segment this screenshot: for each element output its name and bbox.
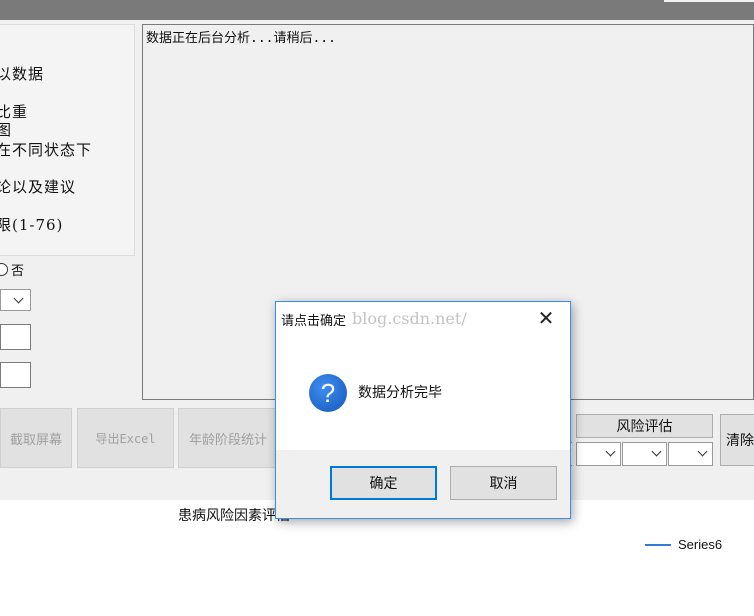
dialog-message: 数据分析完毕 (358, 385, 442, 401)
radio-label: 否 (11, 263, 25, 279)
export-excel-button[interactable]: 导出Excel (77, 408, 174, 468)
chevron-down-icon (651, 446, 662, 457)
screenshot-button[interactable]: 截取屏幕 (0, 408, 72, 468)
option-item[interactable]: 论以及建议 (0, 176, 76, 197)
close-icon[interactable]: ✕ (534, 306, 558, 330)
option-item[interactable]: 以数据 (0, 63, 44, 84)
radio-circle-icon[interactable] (0, 262, 8, 276)
chart-title: 患病风险因素评估 (178, 508, 290, 524)
dialog-footer: 确定 取消 (276, 450, 570, 518)
option-item[interactable]: 图 (0, 119, 12, 140)
dropdown-3[interactable] (668, 442, 713, 466)
legend-line-icon (645, 543, 671, 546)
message-dialog: 请点击确定 ✕ ? 数据分析完毕 确定 取消 (275, 301, 571, 519)
legend-label: Series6 (678, 537, 723, 552)
dropdown-2[interactable] (622, 442, 667, 466)
chevron-down-icon (13, 293, 24, 304)
dropdown-1[interactable] (576, 442, 621, 466)
option-item[interactable]: 在不同状态下 (0, 139, 92, 160)
output-status-text: 数据正在后台分析...请稍后... (146, 31, 336, 46)
text-input-1[interactable] (0, 324, 31, 350)
question-icon: ? (309, 374, 347, 412)
ok-button[interactable]: 确定 (330, 466, 437, 500)
text-input-2[interactable] (0, 362, 31, 388)
chart-legend: Series6 (645, 537, 722, 552)
age-stats-button[interactable]: 年龄阶段统计 (178, 408, 278, 468)
options-panel: 以数据 比重 图 在不同状态下 论以及建议 限(1-76) (0, 24, 135, 256)
watermark-text: blog.csdn.net/ (352, 309, 467, 328)
risk-eval-button[interactable]: 风险评估 (576, 414, 713, 438)
chevron-down-icon (697, 446, 708, 457)
dialog-title: 请点击确定 (281, 314, 347, 329)
left-dropdown[interactable] (0, 289, 31, 311)
clear-button[interactable]: 清除 (720, 414, 754, 466)
radio-no[interactable]: 否 (0, 259, 24, 279)
window-titlebar (0, 0, 754, 20)
option-item[interactable]: 限(1-76) (0, 214, 63, 235)
chevron-down-icon (605, 446, 616, 457)
titlebar-control (664, 0, 754, 2)
cancel-button[interactable]: 取消 (450, 466, 557, 500)
